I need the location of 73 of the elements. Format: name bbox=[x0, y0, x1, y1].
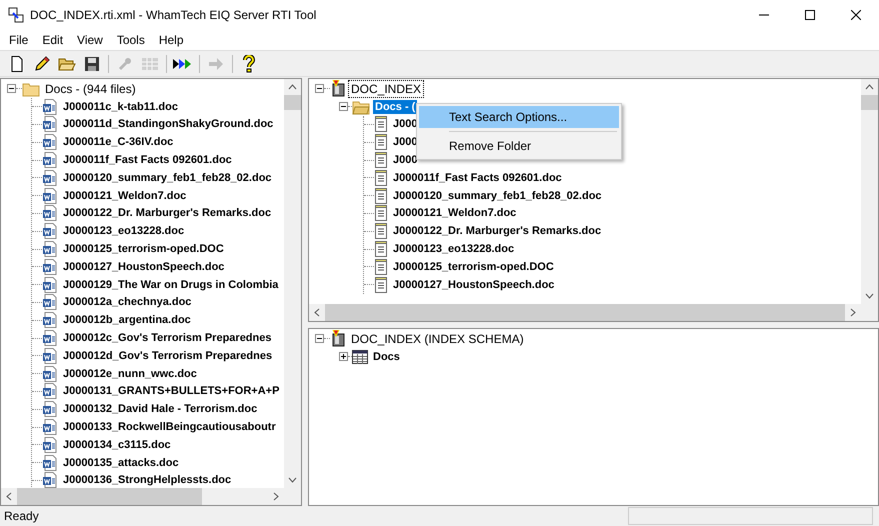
collapse-icon[interactable] bbox=[315, 334, 324, 344]
tree-item[interactable]: J0000136_StrongHelplessts.doc bbox=[61, 473, 234, 488]
folder-icon bbox=[22, 80, 40, 97]
collapse-icon[interactable] bbox=[315, 84, 324, 94]
tree-item[interactable]: J000011f_Fast Facts 092601.doc bbox=[61, 153, 234, 168]
tree-item[interactable]: J0000127_HoustonSpeech.doc bbox=[61, 260, 226, 274]
tree-item[interactable]: J0000121_Weldon7.doc bbox=[61, 188, 188, 203]
tree-item[interactable]: J000011e_C-36IV.doc bbox=[61, 135, 176, 150]
tree-item[interactable]: J0000121_Weldon7.doc bbox=[391, 206, 518, 220]
text-document-icon bbox=[374, 170, 388, 186]
tree-item[interactable]: DOC_INDEX (INDEX SCHEMA) bbox=[349, 330, 526, 347]
tree-item[interactable]: J000012d_Gov's Terrorism Preparednes bbox=[61, 348, 274, 363]
maximize-icon bbox=[805, 10, 815, 20]
text-document-icon bbox=[374, 258, 388, 275]
text-document-icon bbox=[374, 241, 388, 258]
folder-icon bbox=[352, 98, 370, 115]
tree-item[interactable]: J0000134_c3115.doc bbox=[61, 438, 173, 452]
tree-item[interactable]: J0000122_Dr. Marburger's Remarks.doc bbox=[391, 224, 604, 238]
tree-item[interactable]: J0000131_GRANTS+BULLETS+FOR+A+P bbox=[61, 384, 282, 398]
menu-item[interactable]: Text Search Options... bbox=[419, 106, 619, 128]
menu-item[interactable]: Edit bbox=[35, 33, 70, 47]
tree-item[interactable]: J0000125_terrorism-oped.DOC bbox=[61, 242, 226, 256]
tree-item[interactable]: J000 bbox=[391, 153, 420, 168]
tree-item[interactable]: J0000129_The War on Drugs in Colombia bbox=[61, 278, 280, 292]
app-icon bbox=[8, 7, 24, 23]
scrollbar-thumb[interactable] bbox=[17, 488, 202, 505]
tree-item[interactable]: J0000123_eo13228.doc bbox=[61, 224, 186, 238]
text-document-icon bbox=[374, 188, 388, 204]
tree-item[interactable]: J000012c_Gov's Terrorism Preparednes bbox=[61, 331, 274, 346]
tree-item[interactable]: DOC_INDEX bbox=[349, 80, 424, 97]
tree-item[interactable]: Docs - ( bbox=[373, 100, 418, 114]
tree-item[interactable]: J000012b_argentina.doc bbox=[61, 313, 193, 328]
tree-item[interactable]: J0000132_David Hale - Terrorism.doc bbox=[61, 402, 260, 416]
tree-item[interactable]: J0000120_summary_feb1_feb28_02.doc bbox=[61, 170, 274, 185]
database-icon bbox=[330, 80, 346, 98]
tree-item[interactable]: J000012e_nunn_wwc.doc bbox=[61, 366, 199, 381]
tree-item[interactable]: J000011d_StandingonShakyGround.doc bbox=[61, 117, 276, 132]
tree-item[interactable]: J0000135_attacks.doc bbox=[61, 456, 181, 470]
scrollbar-thumb[interactable] bbox=[284, 95, 301, 110]
tree-item[interactable]: J000011c_k-tab11.doc bbox=[61, 100, 180, 114]
tree-item[interactable]: J000011f_Fast Facts 092601.doc bbox=[391, 170, 564, 185]
close-icon bbox=[851, 10, 861, 20]
tree-item[interactable]: J0000125_terrorism-oped.DOC bbox=[391, 260, 556, 274]
table-icon bbox=[352, 350, 368, 364]
text-document-icon bbox=[374, 152, 388, 168]
menu-item[interactable]: File bbox=[2, 33, 36, 47]
menu-item[interactable]: Help bbox=[152, 33, 191, 47]
text-document-icon bbox=[374, 276, 388, 293]
collapse-icon[interactable] bbox=[7, 84, 16, 94]
text-document-icon bbox=[374, 223, 388, 240]
text-document-icon bbox=[374, 205, 388, 222]
tree-item[interactable]: J000012a_chechnya.doc bbox=[61, 295, 194, 310]
collapse-icon[interactable] bbox=[339, 102, 348, 112]
text-document-icon bbox=[374, 116, 388, 132]
menu-item[interactable]: View bbox=[70, 33, 110, 47]
tree-item[interactable]: J0000122_Dr. Marburger's Remarks.doc bbox=[61, 206, 274, 220]
tree-item[interactable]: J0000127_HoustonSpeech.doc bbox=[391, 278, 556, 292]
status-text: Ready bbox=[3, 509, 40, 523]
tree-item[interactable]: J0000123_eo13228.doc bbox=[391, 242, 516, 256]
vertical-scrollbar[interactable] bbox=[861, 79, 878, 304]
tree-item[interactable]: Docs bbox=[371, 350, 402, 364]
expand-icon[interactable] bbox=[339, 352, 348, 362]
vertical-scrollbar[interactable] bbox=[284, 79, 301, 488]
database-icon bbox=[330, 330, 346, 348]
window-title: DOC_INDEX.rti.xml - WhamTech EIQ Server RTI Tool bbox=[30, 8, 318, 22]
tree-item[interactable]: Docs - (944 files) bbox=[43, 80, 138, 97]
menu-item[interactable]: Remove Folder bbox=[419, 135, 619, 157]
tree-item[interactable]: J0000133_RockwellBeingcautiousaboutr bbox=[61, 420, 278, 434]
horizontal-scrollbar[interactable] bbox=[1, 488, 301, 505]
text-document-icon bbox=[374, 134, 388, 150]
menu-item[interactable]: Tools bbox=[110, 33, 152, 47]
scrollbar-thumb[interactable] bbox=[861, 95, 878, 110]
tree-item[interactable]: J0000120_summary_feb1_feb28_02.doc bbox=[391, 188, 604, 203]
